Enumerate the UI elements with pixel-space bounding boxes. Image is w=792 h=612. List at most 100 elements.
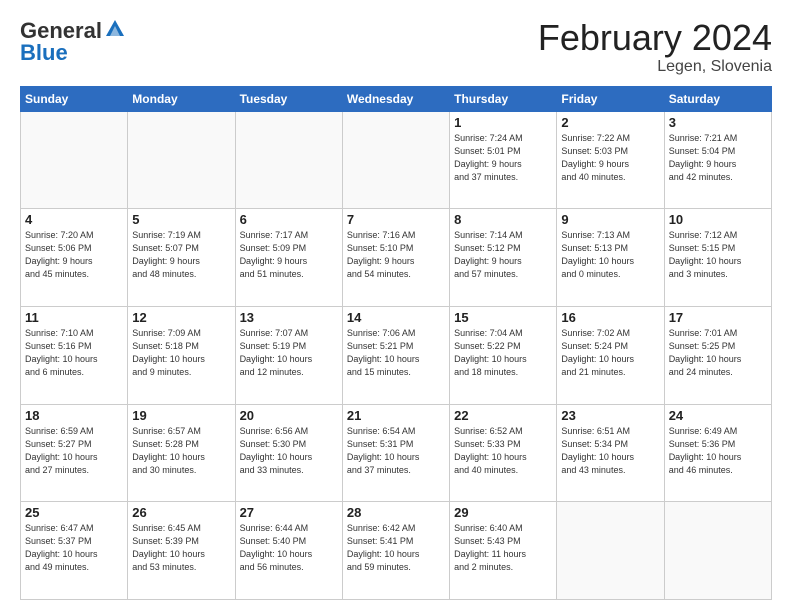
day-info: Sunrise: 6:49 AM Sunset: 5:36 PM Dayligh… (669, 425, 767, 477)
day-info: Sunrise: 7:20 AM Sunset: 5:06 PM Dayligh… (25, 229, 123, 281)
table-row: 18 Sunrise: 6:59 AM Sunset: 5:27 PM Dayli… (21, 404, 128, 502)
table-row (664, 502, 771, 600)
table-row: 2 Sunrise: 7:22 AM Sunset: 5:03 PM Daylig… (557, 111, 664, 209)
day-info: Sunrise: 7:21 AM Sunset: 5:04 PM Dayligh… (669, 132, 767, 184)
day-number: 5 (132, 212, 230, 227)
day-info: Sunrise: 6:57 AM Sunset: 5:28 PM Dayligh… (132, 425, 230, 477)
day-info: Sunrise: 6:56 AM Sunset: 5:30 PM Dayligh… (240, 425, 338, 477)
table-row: 4 Sunrise: 7:20 AM Sunset: 5:06 PM Daylig… (21, 209, 128, 307)
table-row: 14 Sunrise: 7:06 AM Sunset: 5:21 PM Dayli… (342, 306, 449, 404)
day-number: 6 (240, 212, 338, 227)
day-number: 12 (132, 310, 230, 325)
table-row: 27 Sunrise: 6:44 AM Sunset: 5:40 PM Dayli… (235, 502, 342, 600)
day-info: Sunrise: 7:09 AM Sunset: 5:18 PM Dayligh… (132, 327, 230, 379)
table-row: 8 Sunrise: 7:14 AM Sunset: 5:12 PM Daylig… (450, 209, 557, 307)
table-row: 10 Sunrise: 7:12 AM Sunset: 5:15 PM Dayli… (664, 209, 771, 307)
day-number: 16 (561, 310, 659, 325)
header-tuesday: Tuesday (235, 86, 342, 111)
day-info: Sunrise: 6:51 AM Sunset: 5:34 PM Dayligh… (561, 425, 659, 477)
day-number: 10 (669, 212, 767, 227)
day-info: Sunrise: 7:10 AM Sunset: 5:16 PM Dayligh… (25, 327, 123, 379)
table-row: 23 Sunrise: 6:51 AM Sunset: 5:34 PM Dayli… (557, 404, 664, 502)
day-info: Sunrise: 6:45 AM Sunset: 5:39 PM Dayligh… (132, 522, 230, 574)
day-number: 11 (25, 310, 123, 325)
day-number: 22 (454, 408, 552, 423)
day-number: 26 (132, 505, 230, 520)
location: Legen, Slovenia (538, 58, 772, 76)
calendar-week-3: 11 Sunrise: 7:10 AM Sunset: 5:16 PM Dayli… (21, 306, 772, 404)
day-info: Sunrise: 7:04 AM Sunset: 5:22 PM Dayligh… (454, 327, 552, 379)
day-info: Sunrise: 6:40 AM Sunset: 5:43 PM Dayligh… (454, 522, 552, 574)
table-row: 25 Sunrise: 6:47 AM Sunset: 5:37 PM Dayli… (21, 502, 128, 600)
table-row: 17Sunrise: 7:01 AM Sunset: 5:25 PM Dayli… (664, 306, 771, 404)
calendar-week-2: 4 Sunrise: 7:20 AM Sunset: 5:06 PM Daylig… (21, 209, 772, 307)
table-row: 15 Sunrise: 7:04 AM Sunset: 5:22 PM Dayli… (450, 306, 557, 404)
day-number: 14 (347, 310, 445, 325)
day-info: Sunrise: 6:52 AM Sunset: 5:33 PM Dayligh… (454, 425, 552, 477)
day-info: Sunrise: 6:59 AM Sunset: 5:27 PM Dayligh… (25, 425, 123, 477)
day-number: 1 (454, 115, 552, 130)
day-number: 17 (669, 310, 767, 325)
day-number: 8 (454, 212, 552, 227)
day-info: Sunrise: 7:02 AM Sunset: 5:24 PM Dayligh… (561, 327, 659, 379)
day-info: Sunrise: 6:42 AM Sunset: 5:41 PM Dayligh… (347, 522, 445, 574)
header-saturday: Saturday (664, 86, 771, 111)
table-row: 13Sunrise: 7:07 AM Sunset: 5:19 PM Dayli… (235, 306, 342, 404)
table-row: 24 Sunrise: 6:49 AM Sunset: 5:36 PM Dayli… (664, 404, 771, 502)
table-row (235, 111, 342, 209)
day-number: 2 (561, 115, 659, 130)
day-number: 9 (561, 212, 659, 227)
day-info: Sunrise: 7:19 AM Sunset: 5:07 PM Dayligh… (132, 229, 230, 281)
table-row: 1 Sunrise: 7:24 AM Sunset: 5:01 PM Daylig… (450, 111, 557, 209)
day-number: 18 (25, 408, 123, 423)
table-row: 3 Sunrise: 7:21 AM Sunset: 5:04 PM Daylig… (664, 111, 771, 209)
header-wednesday: Wednesday (342, 86, 449, 111)
calendar-week-5: 25 Sunrise: 6:47 AM Sunset: 5:37 PM Dayli… (21, 502, 772, 600)
day-info: Sunrise: 7:24 AM Sunset: 5:01 PM Dayligh… (454, 132, 552, 184)
table-row: 16 Sunrise: 7:02 AM Sunset: 5:24 PM Dayli… (557, 306, 664, 404)
calendar-header-row: Sunday Monday Tuesday Wednesday Thursday… (21, 86, 772, 111)
day-number: 23 (561, 408, 659, 423)
header-monday: Monday (128, 86, 235, 111)
day-number: 28 (347, 505, 445, 520)
table-row (557, 502, 664, 600)
day-number: 4 (25, 212, 123, 227)
month-title: February 2024 (538, 18, 772, 58)
day-number: 25 (25, 505, 123, 520)
day-info: Sunrise: 7:14 AM Sunset: 5:12 PM Dayligh… (454, 229, 552, 281)
day-info: Sunrise: 7:13 AM Sunset: 5:13 PM Dayligh… (561, 229, 659, 281)
day-info: Sunrise: 7:06 AM Sunset: 5:21 PM Dayligh… (347, 327, 445, 379)
day-info: Sunrise: 7:16 AM Sunset: 5:10 PM Dayligh… (347, 229, 445, 281)
table-row (21, 111, 128, 209)
table-row: 29 Sunrise: 6:40 AM Sunset: 5:43 PM Dayli… (450, 502, 557, 600)
day-info: Sunrise: 6:54 AM Sunset: 5:31 PM Dayligh… (347, 425, 445, 477)
day-number: 3 (669, 115, 767, 130)
calendar-table: Sunday Monday Tuesday Wednesday Thursday… (20, 86, 772, 600)
table-row: 22 Sunrise: 6:52 AM Sunset: 5:33 PM Dayli… (450, 404, 557, 502)
day-info: Sunrise: 7:17 AM Sunset: 5:09 PM Dayligh… (240, 229, 338, 281)
title-block: February 2024 Legen, Slovenia (538, 18, 772, 76)
table-row: 11 Sunrise: 7:10 AM Sunset: 5:16 PM Dayli… (21, 306, 128, 404)
table-row: 7 Sunrise: 7:16 AM Sunset: 5:10 PM Daylig… (342, 209, 449, 307)
day-number: 7 (347, 212, 445, 227)
day-number: 15 (454, 310, 552, 325)
day-info: Sunrise: 7:22 AM Sunset: 5:03 PM Dayligh… (561, 132, 659, 184)
day-number: 29 (454, 505, 552, 520)
day-number: 19 (132, 408, 230, 423)
header-sunday: Sunday (21, 86, 128, 111)
day-info: Sunrise: 6:44 AM Sunset: 5:40 PM Dayligh… (240, 522, 338, 574)
header-friday: Friday (557, 86, 664, 111)
day-info: Sunrise: 7:07 AM Sunset: 5:19 PM Dayligh… (240, 327, 338, 379)
table-row: 9 Sunrise: 7:13 AM Sunset: 5:13 PM Daylig… (557, 209, 664, 307)
page: General Blue February 2024 Legen, Sloven… (0, 0, 792, 612)
table-row (342, 111, 449, 209)
logo-icon (104, 18, 126, 40)
table-row: 21Sunrise: 6:54 AM Sunset: 5:31 PM Dayli… (342, 404, 449, 502)
day-number: 27 (240, 505, 338, 520)
table-row: 5 Sunrise: 7:19 AM Sunset: 5:07 PM Daylig… (128, 209, 235, 307)
day-info: Sunrise: 6:47 AM Sunset: 5:37 PM Dayligh… (25, 522, 123, 574)
day-info: Sunrise: 7:12 AM Sunset: 5:15 PM Dayligh… (669, 229, 767, 281)
table-row: 20Sunrise: 6:56 AM Sunset: 5:30 PM Dayli… (235, 404, 342, 502)
table-row (128, 111, 235, 209)
day-number: 24 (669, 408, 767, 423)
